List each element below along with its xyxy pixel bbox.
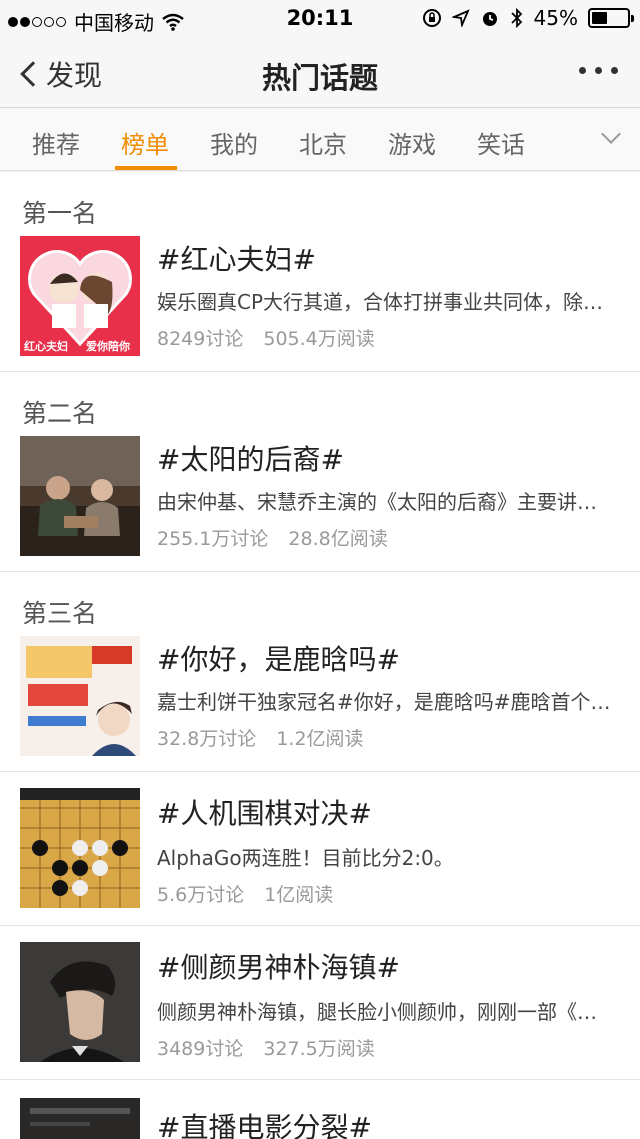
topic-description: 娱乐圈真CP大行其道，合体打拼事业共同体，除… — [157, 290, 604, 314]
topic-item[interactable]: #直播电影分裂# — [0, 1080, 640, 1139]
tab-mine[interactable]: 我的 — [194, 125, 274, 160]
more-dot-icon — [579, 67, 586, 74]
tab-beijing[interactable]: 北京 — [283, 125, 363, 160]
topic-item[interactable]: #太阳的后裔# 由宋仲基、宋慧乔主演的《太阳的后裔》主要讲… 255.1万讨论 … — [0, 424, 640, 572]
topic-title: #你好，是鹿晗吗# — [157, 643, 400, 676]
topic-thumbnail — [20, 788, 140, 908]
discussion-count: 255.1万讨论 — [157, 528, 269, 550]
more-options-button[interactable] — [579, 62, 618, 74]
topic-description: 嘉士利饼干独家冠名#你好，是鹿晗吗#鹿晗首个… — [157, 690, 611, 714]
topic-title: #太阳的后裔# — [157, 443, 344, 476]
category-tabs: 推荐 榜单 我的 北京 游戏 笑话 — [0, 109, 640, 171]
topic-stats: 5.6万讨论 1亿阅读 — [157, 880, 333, 907]
more-dot-icon — [611, 67, 618, 74]
alarm-icon — [482, 12, 497, 26]
topic-title: #红心夫妇# — [157, 243, 316, 276]
read-count: 327.5万阅读 — [263, 1038, 375, 1060]
thumbnail-text-left: 红心夫妇 — [24, 339, 68, 353]
read-count: 1亿阅读 — [264, 884, 334, 906]
rotation-lock-icon — [422, 9, 441, 27]
tab-jokes[interactable]: 笑话 — [461, 125, 541, 160]
active-tab-indicator — [115, 166, 177, 170]
bluetooth-icon — [510, 8, 522, 28]
status-bar: 中国移动 20:11 45% — [0, 0, 640, 40]
discussion-count: 32.8万讨论 — [157, 728, 257, 750]
chevron-down-icon[interactable] — [601, 124, 621, 144]
discussion-count: 5.6万讨论 — [157, 884, 245, 906]
topic-title: #直播电影分裂# — [157, 1111, 372, 1139]
topic-title: #侧颜男神朴海镇# — [157, 951, 400, 984]
battery-percent: 45% — [533, 6, 578, 30]
page-title: 热门话题 — [261, 61, 378, 95]
rank-label-first: 第一名 — [0, 172, 640, 228]
topic-item[interactable]: #你好，是鹿晗吗# 嘉士利饼干独家冠名#你好，是鹿晗吗#鹿晗首个… 32.8万讨… — [0, 624, 640, 772]
topic-stats: 255.1万讨论 28.8亿阅读 — [157, 524, 388, 551]
read-count: 1.2亿阅读 — [276, 728, 364, 750]
topic-title: #人机围棋对决# — [157, 797, 372, 830]
more-dot-icon — [595, 67, 602, 74]
tab-ranking[interactable]: 榜单 — [105, 125, 185, 160]
topic-stats: 32.8万讨论 1.2亿阅读 — [157, 724, 364, 751]
topic-list: 第一名 红心夫妇 爱你陪你 #红心夫妇# 娱乐圈真CP大行其道，合体打拼事业共同… — [0, 172, 640, 1139]
topic-thumbnail — [20, 942, 140, 1062]
topic-thumbnail: 红心夫妇 爱你陪你 — [20, 236, 140, 356]
discussion-count: 8249讨论 — [157, 328, 244, 350]
topic-description: 侧颜男神朴海镇，腿长脸小侧颜帅，刚刚一部《… — [157, 1000, 597, 1024]
location-icon — [451, 9, 470, 27]
status-right: 45% — [422, 6, 634, 30]
topic-description: 由宋仲基、宋慧乔主演的《太阳的后裔》主要讲… — [157, 490, 597, 514]
topic-thumbnail — [20, 636, 140, 756]
topic-thumbnail — [20, 436, 140, 556]
topic-thumbnail — [20, 1098, 140, 1139]
discussion-count: 3489讨论 — [157, 1038, 244, 1060]
read-count: 505.4万阅读 — [263, 328, 375, 350]
rank-label-third: 第三名 — [0, 572, 640, 628]
read-count: 28.8亿阅读 — [288, 528, 388, 550]
tab-recommend[interactable]: 推荐 — [16, 125, 96, 160]
topic-description: AlphaGo两连胜！目前比分2:0。 — [157, 846, 454, 870]
topic-stats: 3489讨论 327.5万阅读 — [157, 1034, 375, 1061]
topic-stats: 8249讨论 505.4万阅读 — [157, 324, 375, 351]
navigation-bar: 发现 热门话题 — [0, 40, 640, 108]
rank-label-second: 第二名 — [0, 372, 640, 428]
tab-games[interactable]: 游戏 — [372, 125, 452, 160]
battery-icon — [588, 8, 634, 28]
thumbnail-text-right: 爱你陪你 — [86, 339, 130, 353]
topic-item[interactable]: #侧颜男神朴海镇# 侧颜男神朴海镇，腿长脸小侧颜帅，刚刚一部《… 3489讨论 … — [0, 926, 640, 1080]
topic-item[interactable]: #人机围棋对决# AlphaGo两连胜！目前比分2:0。 5.6万讨论 1亿阅读 — [0, 772, 640, 926]
topic-item[interactable]: 红心夫妇 爱你陪你 #红心夫妇# 娱乐圈真CP大行其道，合体打拼事业共同体，除…… — [0, 224, 640, 372]
